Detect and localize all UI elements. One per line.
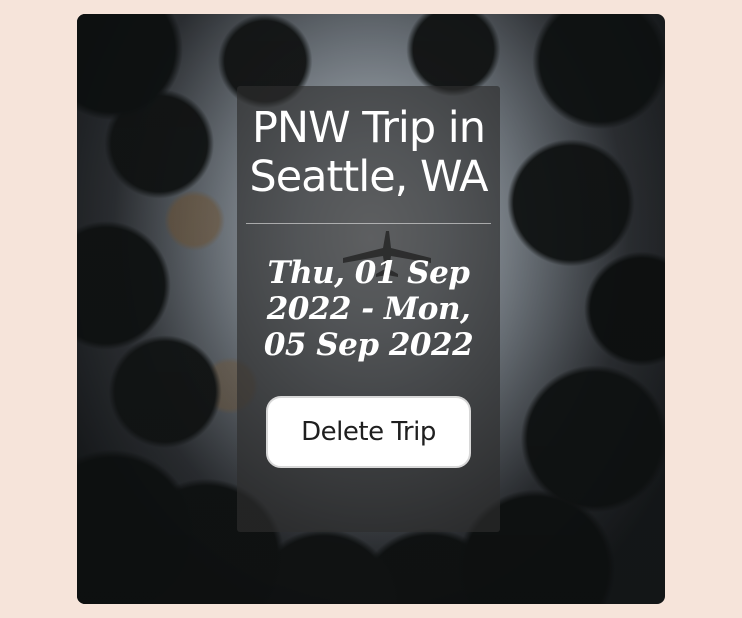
delete-trip-button[interactable]: Delete Trip [266, 395, 471, 468]
trip-date-range: Thu, 01 Sep 2022 - Mon, 05 Sep 2022 [263, 254, 474, 363]
trip-card: PNW Trip in Seattle, WA Thu, 01 Sep 2022… [77, 14, 665, 604]
trip-summary-panel: PNW Trip in Seattle, WA Thu, 01 Sep 2022… [237, 86, 500, 532]
trip-page: PNW Trip in Seattle, WA Thu, 01 Sep 2022… [0, 0, 742, 618]
section-divider [246, 222, 491, 224]
trip-title: PNW Trip in Seattle, WA [249, 103, 488, 203]
